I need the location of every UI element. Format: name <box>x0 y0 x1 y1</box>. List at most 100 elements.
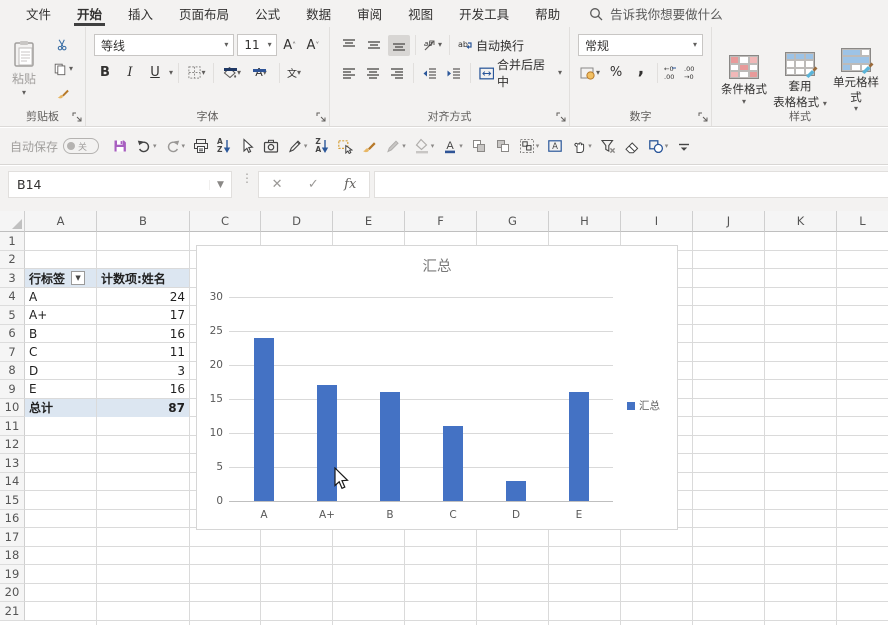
decrease-decimal-button[interactable]: .00→0 <box>683 62 700 83</box>
column-header-B[interactable]: B <box>97 211 190 232</box>
number-format-combo[interactable]: 常规▾ <box>578 34 703 56</box>
pivot-row-value[interactable]: 11 <box>97 343 189 361</box>
chart-bar-C[interactable] <box>443 426 463 501</box>
pivot-chart[interactable]: 汇总 051015202530AA+BCDE 汇总 <box>196 245 678 530</box>
column-header-L[interactable]: L <box>837 211 888 232</box>
save-button[interactable] <box>109 133 131 159</box>
column-header-H[interactable]: H <box>549 211 621 232</box>
align-right-button[interactable] <box>387 63 408 84</box>
customize-qat-button[interactable] <box>673 133 695 159</box>
pivot-value-header[interactable]: 计数项:姓名 <box>97 269 189 287</box>
pivot-row-value[interactable]: 16 <box>97 325 189 343</box>
row-header-1[interactable]: 1 <box>0 232 25 251</box>
pivot-row-value[interactable]: 24 <box>97 288 189 306</box>
align-bottom-button[interactable] <box>388 35 410 56</box>
pivot-row-label[interactable]: B <box>25 325 96 343</box>
chart-bar-B[interactable] <box>380 392 400 501</box>
column-header-E[interactable]: E <box>333 211 405 232</box>
undo-button[interactable]: ▾ <box>133 133 160 159</box>
cancel-button[interactable]: ✕ <box>272 177 283 192</box>
eraser-button[interactable] <box>621 133 643 159</box>
tab-视图[interactable]: 视图 <box>395 0 446 27</box>
row-header-21[interactable]: 21 <box>0 602 25 621</box>
align-top-button[interactable] <box>338 35 360 56</box>
row-header-15[interactable]: 15 <box>0 491 25 510</box>
pivot-row-value[interactable]: 17 <box>97 306 189 324</box>
print-preview-button[interactable] <box>190 133 212 159</box>
row-header-14[interactable]: 14 <box>0 473 25 492</box>
underline-button[interactable]: U <box>144 62 166 83</box>
pivot-total-label[interactable]: 总计 <box>25 399 96 417</box>
format-painter-button[interactable] <box>358 133 380 159</box>
textbox-button[interactable]: A <box>544 133 566 159</box>
clear-filter-button[interactable] <box>597 133 619 159</box>
formula-bar-splitter[interactable]: ⋮ <box>241 175 253 181</box>
touch-mode-button[interactable]: ▾ <box>568 133 595 159</box>
align-left-button[interactable] <box>338 63 359 84</box>
group-button[interactable]: ▾ <box>516 133 543 159</box>
pivot-row-value[interactable]: 3 <box>97 362 189 380</box>
row-header-12[interactable]: 12 <box>0 436 25 455</box>
camera-button[interactable] <box>260 133 282 159</box>
row-header-6[interactable]: 6 <box>0 325 25 344</box>
percent-style-button[interactable]: % <box>605 62 627 83</box>
row-header-20[interactable]: 20 <box>0 584 25 603</box>
merge-center-button[interactable]: 合并后居中▾ <box>476 62 565 84</box>
fill-color-button[interactable]: ▾ <box>219 62 245 83</box>
row-header-19[interactable]: 19 <box>0 565 25 584</box>
sort-descending-button[interactable]: ZA <box>312 133 332 159</box>
name-box[interactable]: B14 ▼ <box>8 171 232 198</box>
font-name-combo[interactable]: 等线▾ <box>94 34 234 56</box>
sort-ascending-button[interactable]: AZ <box>214 133 234 159</box>
bring-forward-button[interactable] <box>468 133 490 159</box>
grow-font-button[interactable]: A˄ <box>280 35 300 56</box>
row-header-8[interactable]: 8 <box>0 362 25 381</box>
orientation-button[interactable]: ab▾ <box>421 35 444 56</box>
borders-button[interactable]: ▾ <box>184 62 208 83</box>
autosave-toggle[interactable]: 自动保存 关 <box>10 138 99 155</box>
select-object-button[interactable] <box>334 133 356 159</box>
decrease-indent-button[interactable] <box>419 63 440 84</box>
tab-开发工具[interactable]: 开发工具 <box>446 0 522 27</box>
chart-bar-A[interactable] <box>254 338 274 501</box>
cut-button[interactable] <box>48 35 78 55</box>
tab-文件[interactable]: 文件 <box>13 0 64 27</box>
edit-pen-button[interactable]: ▾ <box>382 133 409 159</box>
chart-bar-E[interactable] <box>569 392 589 501</box>
filter-dropdown-button[interactable]: ▼ <box>71 271 85 285</box>
pivot-row-label[interactable]: C <box>25 343 96 361</box>
row-header-11[interactable]: 11 <box>0 417 25 436</box>
tab-公式[interactable]: 公式 <box>242 0 293 27</box>
column-header-C[interactable]: C <box>190 211 261 232</box>
font-size-combo[interactable]: 11▾ <box>237 34 276 56</box>
tab-帮助[interactable]: 帮助 <box>522 0 573 27</box>
fill-color-button[interactable]: ▾ <box>411 133 438 159</box>
bold-button[interactable]: B <box>94 62 116 83</box>
row-header-2[interactable]: 2 <box>0 251 25 270</box>
comma-style-button[interactable]: , <box>630 62 652 83</box>
redo-button[interactable]: ▾ <box>162 133 189 159</box>
column-header-A[interactable]: A <box>25 211 97 232</box>
pivot-row-label[interactable]: A+ <box>25 306 96 324</box>
increase-decimal-button[interactable]: ←0.00 <box>663 62 680 83</box>
column-header-K[interactable]: K <box>765 211 837 232</box>
formula-input[interactable] <box>374 171 888 198</box>
tell-me-search[interactable]: 告诉我你想要做什么 <box>589 4 723 23</box>
pivot-row-label[interactable]: A <box>25 288 96 306</box>
tab-数据[interactable]: 数据 <box>293 0 344 27</box>
column-header-F[interactable]: F <box>405 211 477 232</box>
row-header-7[interactable]: 7 <box>0 343 25 362</box>
italic-button[interactable]: I <box>119 62 141 83</box>
row-header-16[interactable]: 16 <box>0 510 25 529</box>
row-header-5[interactable]: 5 <box>0 306 25 325</box>
column-header-D[interactable]: D <box>261 211 333 232</box>
chart-title[interactable]: 汇总 <box>197 255 677 276</box>
enter-button[interactable]: ✓ <box>308 177 319 192</box>
align-center-button[interactable] <box>362 63 383 84</box>
chart-legend[interactable]: 汇总 <box>627 398 660 413</box>
send-backward-button[interactable] <box>492 133 514 159</box>
font-color-button[interactable]: A▾ <box>439 133 466 159</box>
insert-function-button[interactable]: fx <box>344 177 356 192</box>
tab-审阅[interactable]: 审阅 <box>344 0 395 27</box>
align-middle-button[interactable] <box>363 35 385 56</box>
